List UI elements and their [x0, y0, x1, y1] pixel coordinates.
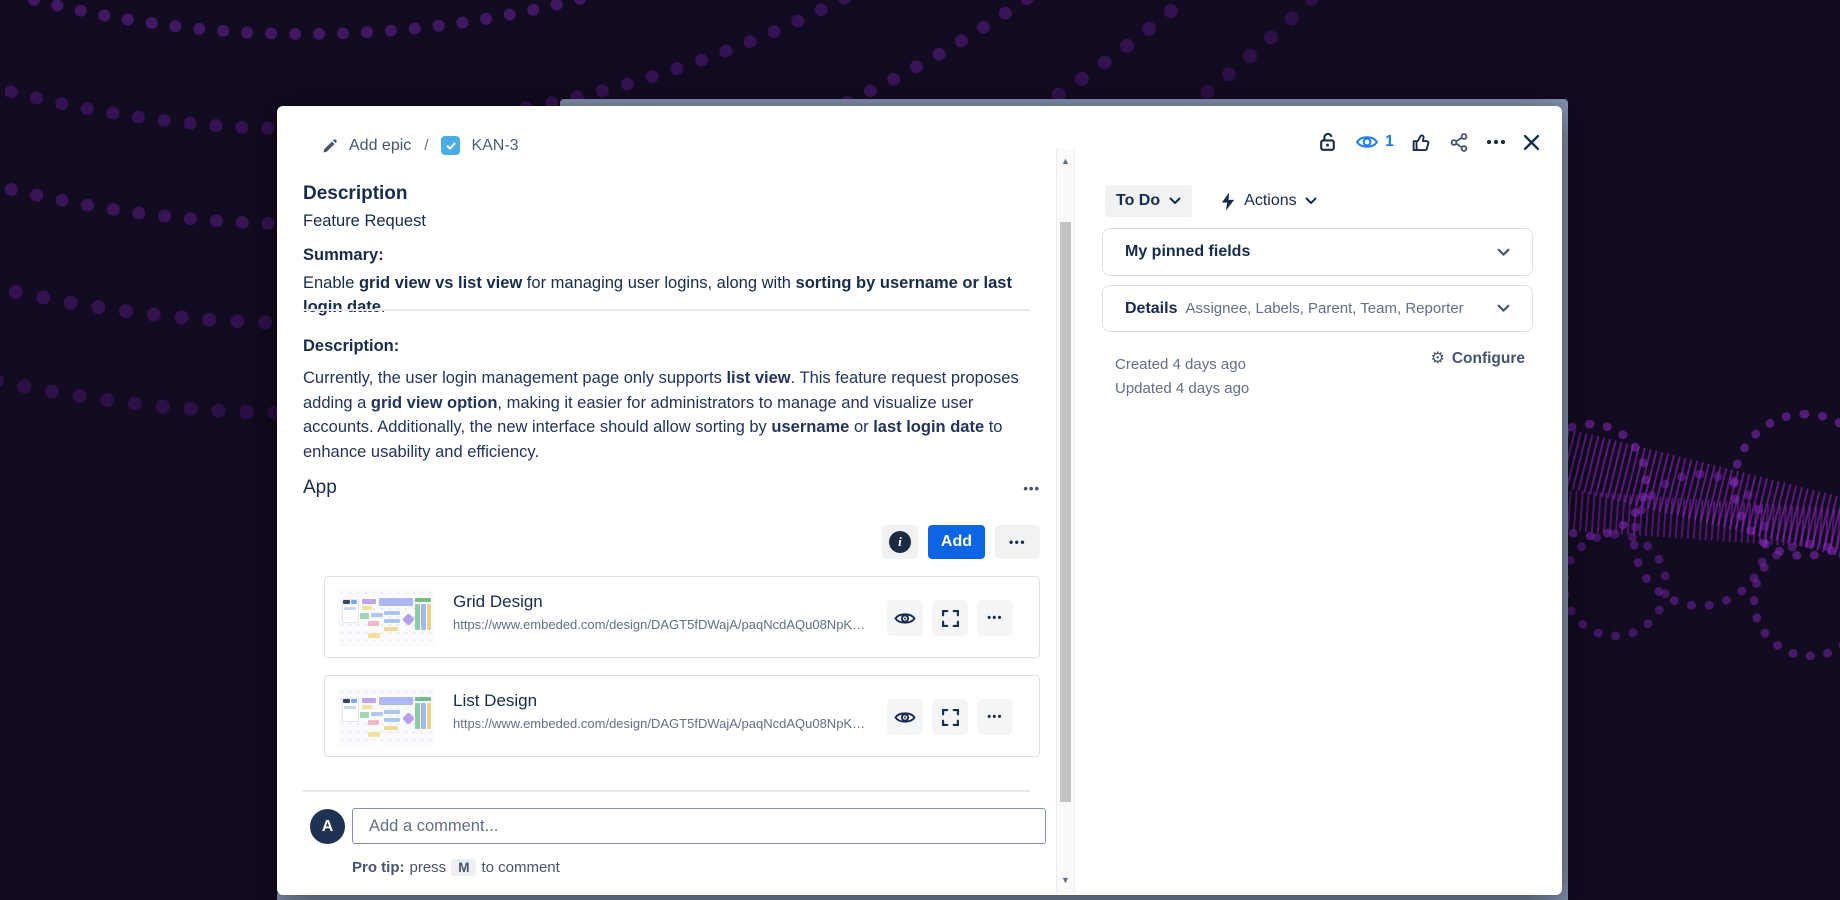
user-avatar[interactable]: A — [310, 809, 345, 844]
expand-button[interactable] — [932, 600, 968, 636]
app-section-title: App — [303, 477, 337, 499]
attachment-url: https://www.embeded.com/design/DAGT5fDWa… — [453, 617, 873, 632]
scrollbar[interactable]: ▲ ▼ — [1056, 148, 1075, 893]
pro-tip-suffix: to comment — [481, 859, 559, 876]
preview-eye-button[interactable] — [887, 600, 923, 636]
attachment-actions: ••• — [887, 699, 1013, 735]
description-title: Description — [303, 183, 408, 205]
info-icon: i — [889, 531, 911, 553]
pinned-fields-label: My pinned fields — [1125, 243, 1250, 261]
summary-text: Enable grid view vs list view for managi… — [303, 271, 1040, 319]
app-section-header: App ••• — [303, 477, 1040, 499]
chevron-down-icon — [1497, 248, 1510, 257]
info-button[interactable]: i — [882, 525, 918, 559]
attachment-card[interactable]: Grid Design https://www.embeded.com/desi… — [324, 576, 1040, 658]
keyboard-key-m: M — [451, 859, 476, 876]
breadcrumb-issue-key[interactable]: KAN-3 — [471, 137, 518, 155]
divider — [303, 790, 1030, 792]
scroll-up-icon[interactable]: ▲ — [1057, 156, 1074, 166]
issue-modal: Add epic / KAN-3 1 Description Feature R… — [277, 106, 1562, 895]
chevron-down-icon — [1169, 197, 1181, 205]
divider — [303, 309, 1030, 311]
chevron-down-icon — [1497, 304, 1510, 313]
expand-button[interactable] — [932, 699, 968, 735]
summary-heading: Summary: — [303, 246, 384, 265]
attachment-more-button[interactable]: ••• — [977, 699, 1013, 735]
app-section-more-icon[interactable]: ••• — [1023, 481, 1040, 496]
details-label: Details — [1125, 300, 1177, 318]
actions-dropdown[interactable]: Actions — [1220, 192, 1316, 211]
created-timestamp: Created 4 days ago — [1115, 353, 1249, 377]
description-subtitle: Feature Request — [303, 212, 426, 231]
updated-timestamp: Updated 4 days ago — [1115, 377, 1249, 401]
details-panel[interactable]: Details Assignee, Labels, Parent, Team, … — [1102, 285, 1533, 332]
ellipsis-icon: ••• — [987, 612, 1002, 624]
app-toolbar: i Add ••• — [303, 525, 1040, 559]
add-button[interactable]: Add — [928, 525, 985, 559]
attachment-actions: ••• — [887, 600, 1013, 636]
scrollbar-thumb[interactable] — [1060, 222, 1071, 802]
details-fields-summary: Assignee, Labels, Parent, Team, Reporter — [1185, 300, 1463, 317]
gear-icon: ⚙ — [1430, 351, 1444, 367]
attachment-thumbnail — [338, 589, 435, 647]
pro-tip-label: Pro tip: — [352, 859, 405, 876]
issue-sidebar: To Do Actions My pinned fields Details A… — [1085, 106, 1562, 895]
attachment-title[interactable]: List Design — [453, 691, 537, 711]
lightning-icon — [1220, 192, 1236, 211]
scroll-down-icon[interactable]: ▼ — [1057, 875, 1074, 885]
attachment-url: https://www.embeded.com/design/DAGT5fDWa… — [453, 716, 873, 731]
ellipsis-icon: ••• — [987, 711, 1002, 723]
pro-tip: Pro tip: press M to comment — [352, 859, 560, 876]
pro-tip-press: press — [410, 859, 447, 876]
preview-eye-button[interactable] — [887, 699, 923, 735]
status-dropdown[interactable]: To Do — [1105, 185, 1192, 217]
attachment-card[interactable]: List Design https://www.embeded.com/desi… — [324, 675, 1040, 757]
pinned-fields-panel[interactable]: My pinned fields — [1102, 228, 1533, 276]
breadcrumb: Add epic / KAN-3 — [322, 136, 519, 155]
configure-label: Configure — [1452, 350, 1525, 368]
status-label: To Do — [1116, 192, 1160, 210]
breadcrumb-separator: / — [422, 137, 430, 154]
breadcrumb-add-epic[interactable]: Add epic — [349, 137, 411, 155]
attachment-thumbnail — [338, 688, 435, 746]
actions-label: Actions — [1244, 192, 1296, 210]
attachment-more-button[interactable]: ••• — [977, 600, 1013, 636]
description-section-heading: Description: — [303, 337, 399, 356]
attachment-title[interactable]: Grid Design — [453, 592, 543, 612]
chevron-down-icon — [1305, 197, 1317, 205]
status-row: To Do Actions — [1105, 185, 1317, 217]
issue-meta: Created 4 days ago Updated 4 days ago — [1115, 353, 1249, 401]
edit-pencil-icon[interactable] — [322, 138, 338, 154]
configure-button[interactable]: ⚙ Configure — [1430, 350, 1525, 368]
task-type-icon[interactable] — [441, 136, 460, 155]
app-more-button[interactable]: ••• — [995, 525, 1040, 559]
comment-input[interactable] — [352, 808, 1046, 844]
description-paragraph: Currently, the user login management pag… — [303, 366, 1043, 464]
